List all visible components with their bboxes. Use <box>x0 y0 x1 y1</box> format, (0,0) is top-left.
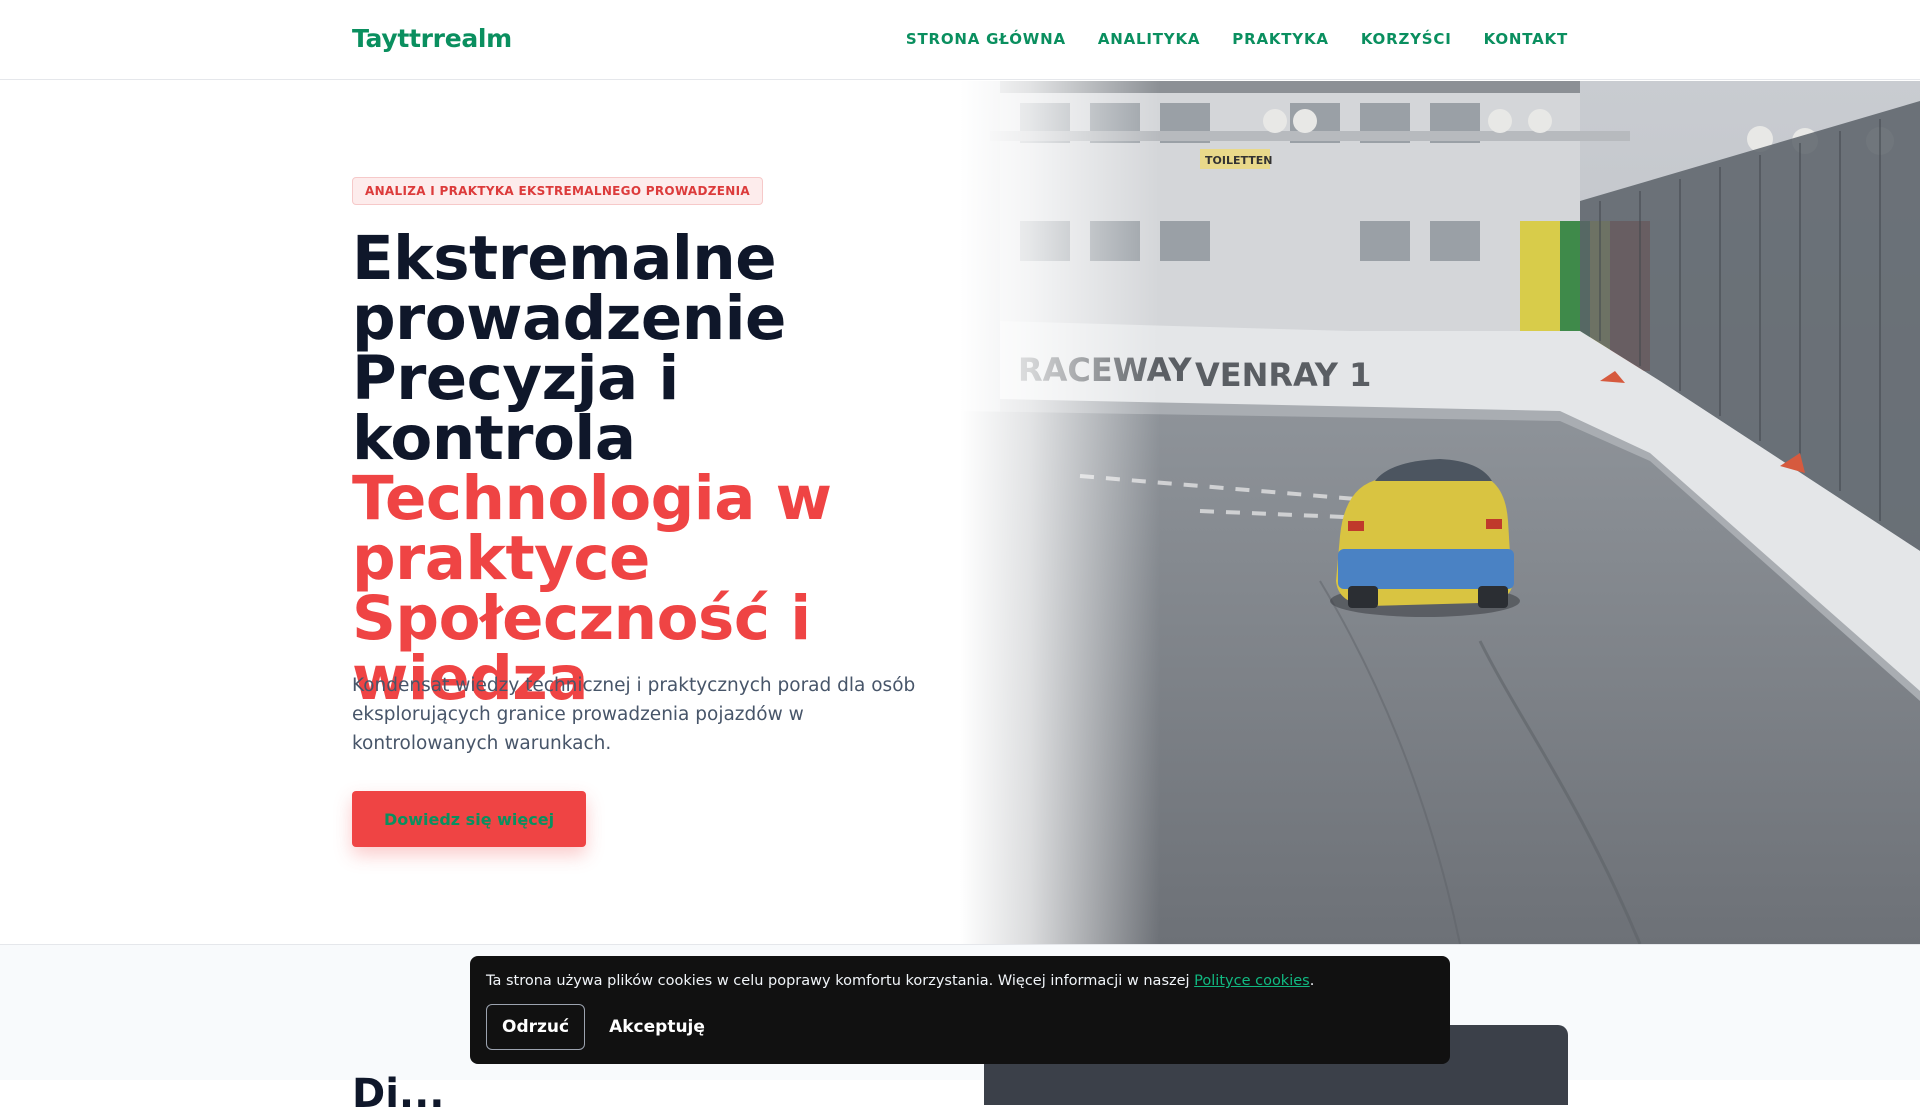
cookie-message-end: . <box>1309 973 1315 989</box>
nav-link-home[interactable]: STRONA GŁÓWNA <box>906 30 1066 48</box>
accept-cookies-button[interactable]: Akceptuję <box>605 1004 709 1050</box>
hero-section: TOILETTEN RACEWAY <box>0 81 1920 944</box>
cookie-message: Ta strona używa plików cookies w celu po… <box>486 971 1434 991</box>
nav-link-contact[interactable]: KONTAKT <box>1484 30 1568 48</box>
hero-intro-text: Kondensat wiedzy technicznej i praktyczn… <box>352 675 916 754</box>
learn-more-button[interactable]: Dowiedz się więcej <box>352 791 586 847</box>
section-heading: Di... <box>352 1071 445 1117</box>
cookie-message-text: Ta strona używa plików cookies w celu po… <box>486 973 1195 989</box>
hero-image-fade <box>960 81 1160 944</box>
headline-line-3: Technologia w praktyce <box>352 463 832 594</box>
headline-line-1: Ekstremalne prowadzenie <box>352 223 786 354</box>
cookie-actions: Odrzuć Akceptuję <box>486 1004 709 1050</box>
hero-tagline-badge: ANALIZA I PRAKTYKA EKSTREMALNEGO PROWADZ… <box>352 177 763 205</box>
cookie-policy-link[interactable]: Polityce cookies <box>1194 973 1310 989</box>
main-nav: STRONA GŁÓWNA ANALITYKA PRAKTYKA KORZYŚC… <box>906 30 1568 48</box>
nav-link-analytics[interactable]: ANALITYKA <box>1098 30 1200 48</box>
hero-headline: Ekstremalne prowadzenie Precyzja i kontr… <box>352 223 972 709</box>
sign-venray: VENRAY 1 <box>1195 356 1371 394</box>
nav-link-benefits[interactable]: KORZYŚCI <box>1361 30 1452 48</box>
cookie-banner: Ta strona używa plików cookies w celu po… <box>470 956 1450 1064</box>
site-header: Tayttrrealm STRONA GŁÓWNA ANALITYKA PRAK… <box>0 0 1920 80</box>
reject-cookies-button[interactable]: Odrzuć <box>486 1004 586 1050</box>
sign-toiletten: TOILETTEN <box>1205 154 1272 167</box>
nav-link-practice[interactable]: PRAKTYKA <box>1232 30 1329 48</box>
site-logo[interactable]: Tayttrrealm <box>352 24 512 53</box>
headline-line-2: Precyzja i kontrola <box>352 343 679 474</box>
